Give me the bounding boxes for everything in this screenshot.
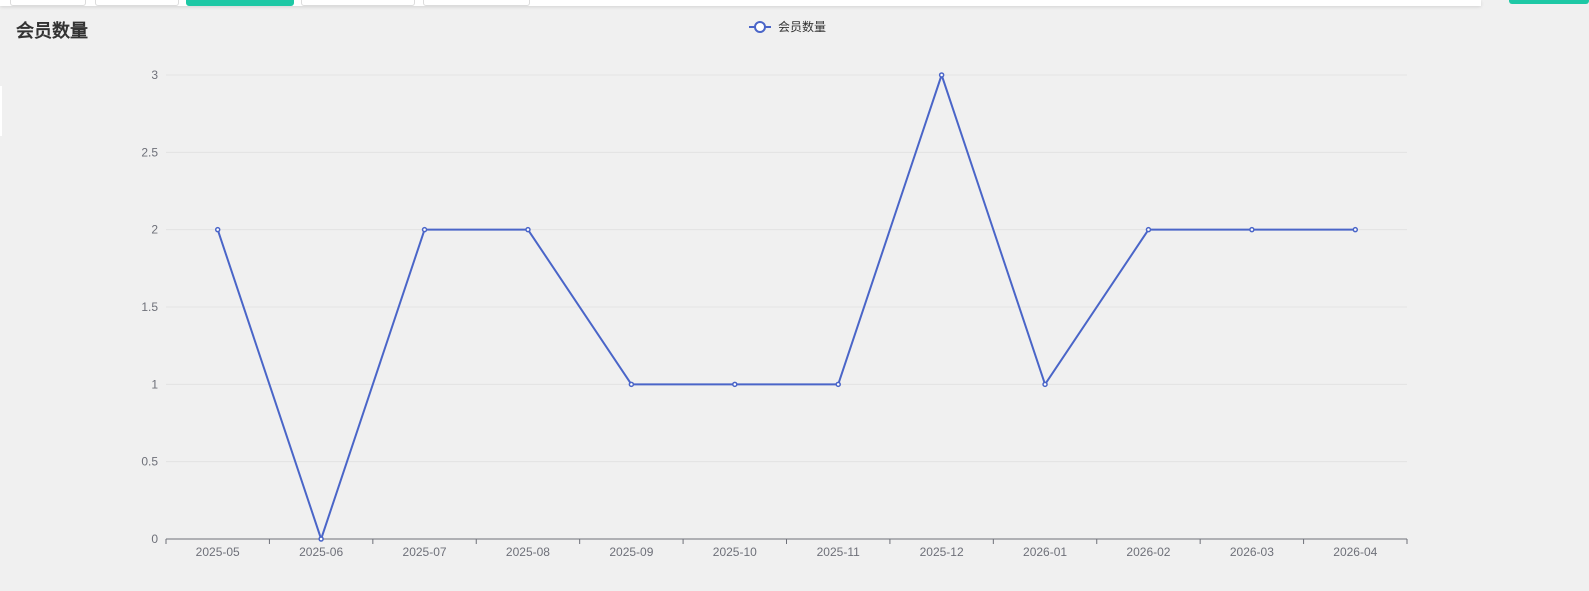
data-point xyxy=(938,72,945,78)
legend-label: 会员数量 xyxy=(778,19,826,34)
y-tick-label: 2.5 xyxy=(141,145,158,159)
data-point xyxy=(732,381,738,388)
y-tick-label: 2 xyxy=(151,223,158,237)
data-point xyxy=(835,381,841,388)
x-tick-label: 2025-12 xyxy=(920,545,964,559)
x-tick-label: 2025-09 xyxy=(609,545,653,559)
data-point xyxy=(1352,226,1359,233)
data-point xyxy=(318,536,324,542)
x-tick-label: 2025-10 xyxy=(713,545,757,559)
legend-marker xyxy=(754,21,766,33)
legend: 会员数量 xyxy=(749,19,826,34)
data-point xyxy=(525,226,531,233)
data-point xyxy=(1145,226,1152,233)
x-tick-label: 2026-02 xyxy=(1126,545,1170,559)
data-point xyxy=(214,226,221,233)
grid-lines xyxy=(166,74,1407,463)
y-tick-label: 0 xyxy=(151,532,158,546)
x-tick-label: 2025-06 xyxy=(299,545,343,559)
x-tick-label: 2026-04 xyxy=(1333,545,1377,559)
axes: 0 0.5 1 1.5 2 2.5 3 2025-05 2025-06 2025-07 2025-0… xyxy=(141,68,1408,559)
x-tick-label: 2025-07 xyxy=(403,545,447,559)
x-tick-label: 2025-11 xyxy=(817,545,860,559)
x-tick-label: 2026-01 xyxy=(1023,545,1067,559)
y-tick-label: 0.5 xyxy=(141,455,158,469)
line-chart: 0 0.5 1 1.5 2 2.5 3 2025-05 2025-06 2025-07 2025-0… xyxy=(141,19,1408,559)
y-tick-label: 1 xyxy=(151,377,158,391)
data-point xyxy=(1249,226,1255,233)
data-point xyxy=(1042,381,1048,388)
x-tick-label: 2026-03 xyxy=(1230,545,1274,559)
data-point xyxy=(628,381,635,388)
data-point xyxy=(421,226,428,233)
x-tick-label: 2025-05 xyxy=(196,545,240,559)
y-tick-label: 3 xyxy=(151,68,158,82)
x-tick-label: 2025-08 xyxy=(506,545,550,559)
y-tick-label: 1.5 xyxy=(141,300,158,314)
